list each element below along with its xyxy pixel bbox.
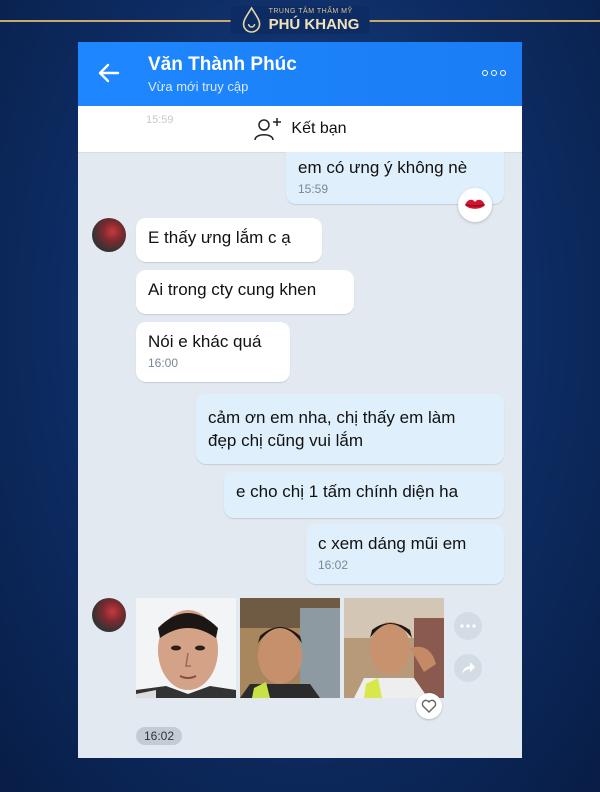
like-heart-icon[interactable] — [416, 693, 442, 719]
message-text: e cho chị 1 tấm chính diện ha — [236, 482, 459, 501]
photo-timestamp: 16:02 — [136, 727, 183, 745]
contact-status: Vừa mới truy cập — [148, 79, 249, 94]
message-time: 16:02 — [318, 558, 349, 572]
message-text: Ai trong cty cung khen — [148, 280, 317, 299]
message-bubble[interactable]: e cho chị 1 tấm chính diện ha — [224, 472, 504, 518]
contact-avatar[interactable] — [92, 218, 126, 252]
photo-thumbnail[interactable] — [240, 598, 340, 698]
brand-logo: TRUNG TÂM THẨM MỸ PHÚ KHANG — [230, 6, 370, 34]
add-friend-button[interactable]: Kết bạn — [78, 106, 522, 153]
message-bubble[interactable]: Nói e khác quá 16:00 — [136, 322, 290, 382]
hidden-timestamp: 15:59 — [146, 114, 174, 126]
message-time: 16:00 — [148, 356, 179, 370]
contact-name[interactable]: Văn Thành Phúc — [148, 54, 297, 76]
message-text-line: đẹp chị cũng vui lắm — [208, 431, 363, 450]
message-bubble[interactable]: Ai trong cty cung khen — [136, 270, 354, 314]
add-friend-icon — [254, 118, 282, 141]
chat-screen: Văn Thành Phúc Vừa mới truy cập Kết bạn … — [78, 42, 522, 758]
message-text-line: cảm ơn em nha, chị thấy em làm — [208, 408, 456, 427]
share-icon[interactable] — [454, 654, 482, 682]
message-bubble[interactable]: cảm ơn em nha, chị thấy em làm đẹp chị c… — [196, 394, 504, 464]
add-friend-label: Kết bạn — [291, 120, 347, 137]
brand-tagline: TRUNG TÂM THẨM MỸ — [268, 8, 353, 15]
contact-avatar[interactable] — [92, 598, 126, 632]
message-bubble[interactable]: E thấy ưng lắm c ạ — [136, 218, 322, 262]
more-options-icon[interactable] — [482, 70, 506, 76]
kiss-reaction-icon[interactable] — [458, 188, 492, 222]
photo-thumbnail[interactable] — [136, 598, 236, 698]
message-text: em có ưng ý không nè — [298, 158, 468, 177]
message-bubble[interactable]: c xem dáng mũi em 16:02 — [306, 524, 504, 584]
more-options-icon[interactable] — [454, 612, 482, 640]
brand-name: PHÚ KHANG — [268, 16, 360, 33]
chat-header: Văn Thành Phúc Vừa mới truy cập — [78, 42, 522, 106]
photo-thumbnail[interactable] — [344, 598, 444, 698]
message-text: Nói e khác quá — [148, 332, 262, 351]
message-text: E thấy ưng lắm c ạ — [148, 228, 291, 247]
droplet-logo-icon — [242, 6, 261, 33]
back-arrow-icon[interactable] — [96, 60, 122, 86]
message-text: c xem dáng mũi em — [318, 534, 467, 553]
